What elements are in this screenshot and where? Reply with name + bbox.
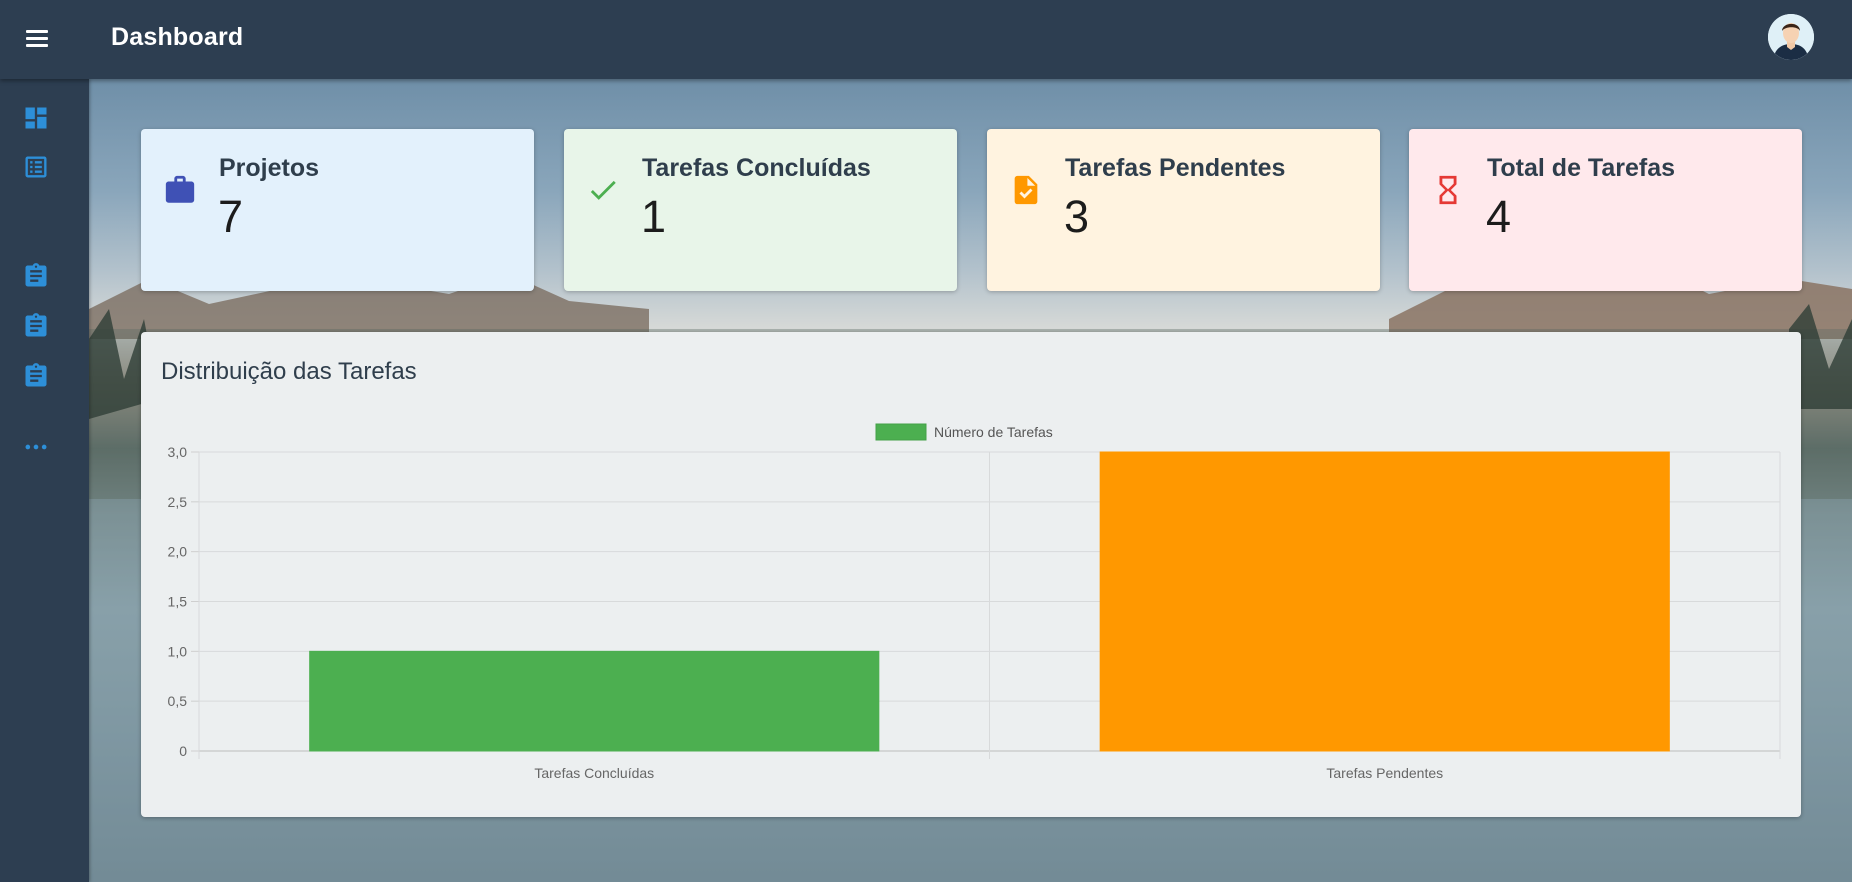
bar [309,650,880,752]
card-label: Projetos [219,154,320,182]
card-label: Tarefas Concluídas [642,154,871,182]
app-bar: Dashboard [0,0,1852,79]
hourglass-icon [1431,173,1465,207]
x-tick-label: Tarefas Pendentes [1326,765,1443,781]
task-file-icon [1009,173,1043,207]
menu-icon[interactable] [22,26,52,52]
y-tick-label: 1,5 [168,594,188,610]
list-icon[interactable] [22,153,50,181]
legend-label: Número de Tarefas [934,424,1053,440]
card-label: Total de Tarefas [1487,154,1676,182]
page-title: Dashboard [111,23,244,51]
bar-chart: 0 0,5 1,0 1,5 2,0 2,5 3,0 Tarefas Concluídas Tar… [168,423,1781,781]
y-tick-label: 2,5 [168,494,188,510]
avatar[interactable] [1768,14,1814,60]
clipboard-icon[interactable] [22,262,50,290]
y-tick-label: 0,5 [168,693,188,709]
card-value: 3 [1064,191,1090,242]
briefcase-icon [163,173,197,207]
check-icon [586,173,620,207]
card-value: 7 [218,191,244,242]
bar [1099,451,1670,752]
legend-swatch [875,423,927,441]
total-tasks-card[interactable]: Total de Tarefas 4 [1409,129,1802,291]
pending-tasks-card[interactable]: Tarefas Pendentes 3 [987,129,1380,291]
x-tick-label: Tarefas Concluídas [534,765,654,781]
more-horizontal-icon[interactable] [22,433,50,461]
chart-panel: Distribuição das Tarefas 0 0,5 1,0 1,5 2,0 2,… [141,332,1801,817]
y-tick-label: 2,0 [168,544,188,560]
completed-tasks-card[interactable]: Tarefas Concluídas 1 [564,129,957,291]
y-tick-label: 0 [179,743,187,759]
y-tick-label: 1,0 [168,643,188,659]
dashboard-icon[interactable] [22,104,50,132]
card-value: 1 [641,191,667,242]
projects-card[interactable]: Projetos 7 [141,129,534,291]
card-value: 4 [1486,191,1512,242]
clipboard-icon[interactable] [22,312,50,340]
clipboard-icon[interactable] [22,362,50,390]
card-label: Tarefas Pendentes [1065,154,1286,182]
sidebar [0,79,89,882]
y-tick-label: 3,0 [168,444,188,460]
